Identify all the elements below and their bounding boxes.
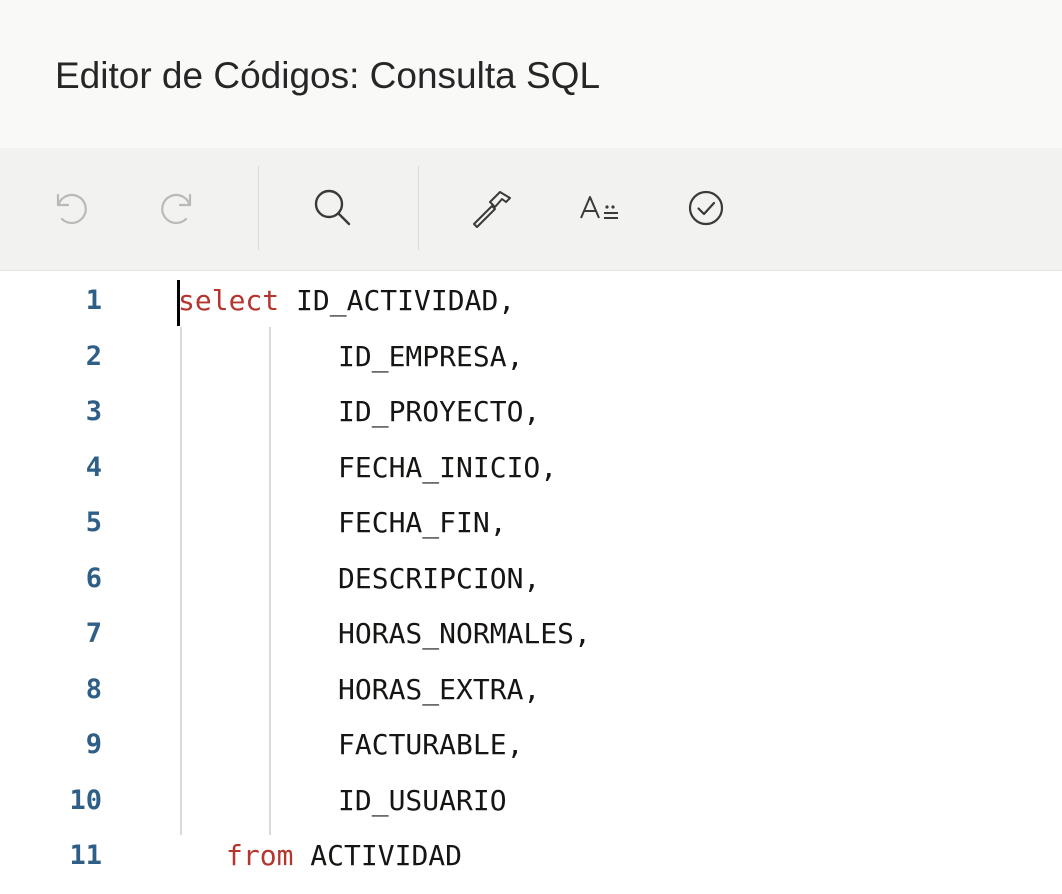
toolbar-separator — [258, 166, 259, 250]
redo-button[interactable] — [148, 178, 208, 238]
build-button[interactable] — [462, 178, 522, 238]
code-line: ID_PROYECTO, — [338, 386, 540, 438]
line-number: 4 — [85, 452, 102, 483]
text-format-icon — [580, 196, 618, 219]
validate-button[interactable] — [676, 178, 736, 238]
code-content[interactable]: select ID_ACTIVIDAD, ID_EMPRESA, ID_PROY… — [178, 271, 1058, 894]
line-number: 7 — [85, 618, 102, 649]
line-number-gutter: 1 2 3 4 5 6 7 8 9 10 11 — [0, 271, 140, 894]
code-line: ID_EMPRESA, — [338, 331, 523, 383]
code-text: FECHA_FIN, — [338, 506, 507, 539]
code-text: ID_PROYECTO, — [338, 395, 541, 428]
code-text: ID_ACTIVIDAD, — [279, 284, 516, 317]
hammer-icon — [473, 191, 511, 228]
code-line: from ACTIVIDAD — [226, 830, 462, 882]
sql-keyword: from — [226, 839, 294, 872]
undo-icon — [56, 193, 87, 225]
code-line: FECHA_FIN, — [338, 497, 507, 549]
code-line: FACTURABLE, — [338, 719, 523, 771]
line-number: 6 — [85, 563, 102, 594]
line-number: 2 — [85, 341, 102, 372]
code-text: ID_EMPRESA, — [338, 340, 524, 373]
code-text: FECHA_INICIO, — [338, 451, 558, 484]
code-line: ID_USUARIO — [338, 775, 507, 827]
toolbar-separator — [418, 166, 419, 250]
search-icon — [314, 189, 351, 226]
code-line: HORAS_EXTRA, — [338, 664, 540, 716]
dialog-header: Editor de Códigos: Consulta SQL — [0, 0, 1062, 148]
line-number: 8 — [85, 674, 102, 705]
check-circle-icon — [688, 190, 724, 226]
code-text: FACTURABLE, — [338, 728, 524, 761]
code-text: DESCRIPCION, — [338, 562, 541, 595]
line-number: 11 — [69, 840, 102, 871]
code-line: FECHA_INICIO, — [338, 442, 557, 494]
editor-toolbar — [0, 148, 1062, 271]
code-text: ID_USUARIO — [338, 784, 507, 817]
code-text: HORAS_NORMALES, — [338, 617, 591, 650]
line-number: 1 — [85, 285, 102, 316]
undo-button[interactable] — [40, 178, 100, 238]
sql-keyword: select — [178, 284, 280, 317]
code-line: select ID_ACTIVIDAD, — [178, 275, 515, 327]
code-editor[interactable]: 1 2 3 4 5 6 7 8 9 10 11 select ID_ACTIVI… — [0, 271, 1062, 894]
line-number: 5 — [85, 507, 102, 538]
redo-icon — [161, 193, 192, 225]
find-button[interactable] — [302, 178, 362, 238]
code-editor-dialog: Editor de Códigos: Consulta SQL 1 2 3 4 … — [0, 0, 1062, 894]
code-line: HORAS_NORMALES, — [338, 608, 591, 660]
line-number: 9 — [85, 729, 102, 760]
line-number: 10 — [69, 785, 102, 816]
line-number: 3 — [85, 396, 102, 427]
code-text: HORAS_EXTRA, — [338, 673, 541, 706]
code-line: DESCRIPCION, — [338, 553, 540, 605]
code-text: ACTIVIDAD — [293, 839, 463, 872]
autocomplete-button[interactable] — [570, 178, 630, 238]
dialog-title: Editor de Códigos: Consulta SQL — [55, 55, 601, 96]
